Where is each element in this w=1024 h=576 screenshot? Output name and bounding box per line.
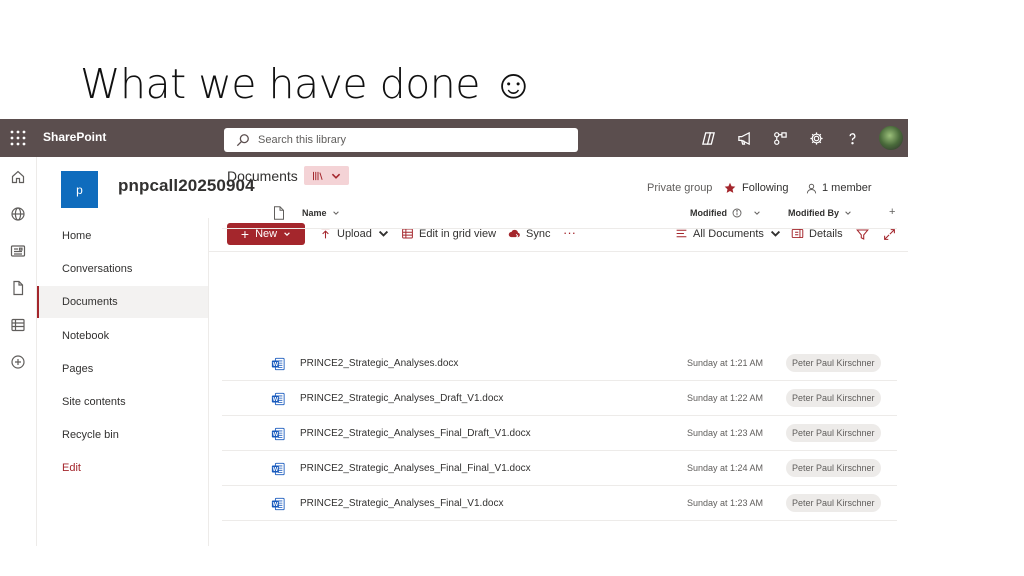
word-doc-icon: W bbox=[271, 357, 285, 371]
info-icon bbox=[732, 208, 742, 218]
app-launcher-icon[interactable] bbox=[10, 130, 26, 146]
home-icon[interactable] bbox=[10, 169, 26, 185]
file-name-link[interactable]: PRINCE2_Strategic_Analyses_Final_Draft_V… bbox=[300, 428, 531, 439]
column-modified[interactable]: Modified bbox=[690, 208, 761, 218]
svg-text:W: W bbox=[273, 467, 279, 473]
word-doc-icon: W bbox=[271, 392, 285, 406]
modified-by-person[interactable]: Peter Paul Kirschner bbox=[786, 494, 881, 512]
copilot-icon[interactable] bbox=[701, 131, 716, 146]
library-title[interactable]: Documents bbox=[227, 168, 298, 184]
table-row[interactable]: W PRINCE2_Strategic_Analyses_Final_V1.do… bbox=[222, 486, 897, 521]
svg-text:W: W bbox=[273, 502, 279, 508]
modified-date: Sunday at 1:23 AM bbox=[687, 428, 764, 438]
person-icon bbox=[806, 183, 817, 193]
svg-text:W: W bbox=[273, 362, 279, 368]
lists-icon[interactable] bbox=[10, 317, 26, 333]
details-label: Details bbox=[809, 227, 843, 240]
modified-by-person[interactable]: Peter Paul Kirschner bbox=[786, 459, 881, 477]
modified-date: Sunday at 1:21 AM bbox=[687, 358, 764, 368]
library-view-button[interactable] bbox=[304, 166, 349, 185]
nav-item-pages[interactable]: Pages bbox=[37, 353, 208, 385]
search-input[interactable] bbox=[258, 130, 558, 150]
table-row[interactable]: W PRINCE2_Strategic_Analyses_Final_Final… bbox=[222, 451, 897, 486]
site-logo[interactable]: p bbox=[61, 171, 98, 208]
modified-date: Sunday at 1:24 AM bbox=[687, 463, 764, 473]
members-label: 1 member bbox=[822, 182, 872, 194]
nav-item-conversations[interactable]: Conversations bbox=[37, 253, 208, 285]
nav-item-home[interactable]: Home bbox=[37, 220, 208, 252]
add-icon[interactable] bbox=[10, 354, 26, 370]
library-icon bbox=[312, 171, 323, 180]
column-modified-by[interactable]: Modified By bbox=[788, 208, 852, 218]
app-name[interactable]: SharePoint bbox=[43, 130, 106, 144]
left-rail bbox=[0, 157, 37, 546]
modified-by-person[interactable]: Peter Paul Kirschner bbox=[786, 354, 881, 372]
help-icon[interactable] bbox=[845, 131, 860, 146]
sharepoint-window: SharePoint Search this library p pnpcall… bbox=[0, 119, 908, 546]
modified-date: Sunday at 1:22 AM bbox=[687, 393, 764, 403]
sync-label: Sync bbox=[526, 227, 551, 240]
nav-item-recycle-bin[interactable]: Recycle bin bbox=[37, 419, 208, 451]
word-doc-icon: W bbox=[271, 427, 285, 441]
modified-date: Sunday at 1:23 AM bbox=[687, 498, 764, 508]
nav-item-notebook[interactable]: Notebook bbox=[37, 320, 208, 352]
globe-icon[interactable] bbox=[10, 206, 26, 222]
nav-edit-link[interactable]: Edit bbox=[37, 452, 208, 484]
svg-text:W: W bbox=[273, 432, 279, 438]
search-icon bbox=[236, 134, 249, 147]
suite-bar: SharePoint bbox=[0, 119, 908, 157]
table-row[interactable]: W PRINCE2_Strategic_Analyses_Draft_V1.do… bbox=[222, 381, 897, 416]
file-name-link[interactable]: PRINCE2_Strategic_Analyses_Final_Final_V… bbox=[300, 463, 531, 474]
chevron-down-icon bbox=[331, 173, 340, 179]
privacy-label: Private group bbox=[647, 182, 713, 194]
chevron-down-icon bbox=[284, 232, 290, 237]
chevron-down-icon bbox=[332, 211, 339, 215]
column-modified-label: Modified bbox=[690, 208, 727, 218]
filter-icon[interactable] bbox=[856, 228, 869, 241]
members-button[interactable]: 1 member bbox=[806, 182, 872, 194]
star-icon bbox=[724, 182, 736, 193]
modified-by-person[interactable]: Peter Paul Kirschner bbox=[786, 424, 881, 442]
search-box[interactable] bbox=[224, 128, 578, 152]
chevron-down-icon bbox=[845, 211, 851, 215]
file-name-link[interactable]: PRINCE2_Strategic_Analyses.docx bbox=[300, 358, 458, 369]
new-label: New bbox=[255, 228, 278, 240]
column-name-label: Name bbox=[302, 208, 327, 218]
add-column-button[interactable]: + bbox=[889, 206, 895, 218]
view-label: All Documents bbox=[693, 227, 764, 240]
modified-by-person[interactable]: Peter Paul Kirschner bbox=[786, 389, 881, 407]
expand-icon[interactable] bbox=[883, 228, 896, 241]
file-name-link[interactable]: PRINCE2_Strategic_Analyses_Draft_V1.docx bbox=[300, 393, 503, 404]
word-doc-icon: W bbox=[271, 497, 285, 511]
news-icon[interactable] bbox=[10, 243, 26, 259]
file-name-link[interactable]: PRINCE2_Strategic_Analyses_Final_V1.docx bbox=[300, 498, 503, 509]
nav-item-site-contents[interactable]: Site contents bbox=[37, 386, 208, 418]
table-header: Name Modified Modified By + bbox=[222, 199, 897, 229]
slide-title: What we have done ☺ bbox=[80, 60, 534, 108]
following-label: Following bbox=[742, 182, 789, 194]
upload-label: Upload bbox=[337, 227, 372, 240]
network-icon[interactable] bbox=[773, 131, 788, 146]
word-doc-icon: W bbox=[271, 462, 285, 476]
svg-text:W: W bbox=[273, 397, 279, 403]
column-modified-by-label: Modified By bbox=[788, 208, 839, 218]
file-icon[interactable] bbox=[10, 280, 26, 296]
file-type-icon[interactable] bbox=[273, 206, 285, 220]
left-navigation: Home Conversations Documents Notebook Pa… bbox=[37, 218, 209, 546]
gear-icon[interactable] bbox=[809, 131, 824, 146]
following-button[interactable]: Following bbox=[724, 182, 788, 194]
edit-grid-view-label: Edit in grid view bbox=[419, 227, 497, 240]
table-row[interactable]: W PRINCE2_Strategic_Analyses_Final_Draft… bbox=[222, 416, 897, 451]
nav-item-documents[interactable]: Documents bbox=[37, 286, 208, 318]
table-row[interactable]: W PRINCE2_Strategic_Analyses.docx Sunday… bbox=[222, 346, 897, 381]
chevron-down-icon bbox=[754, 211, 760, 215]
avatar[interactable] bbox=[879, 126, 903, 150]
plus-icon: + bbox=[240, 226, 250, 242]
megaphone-icon[interactable] bbox=[737, 131, 752, 146]
column-name[interactable]: Name bbox=[302, 208, 340, 218]
